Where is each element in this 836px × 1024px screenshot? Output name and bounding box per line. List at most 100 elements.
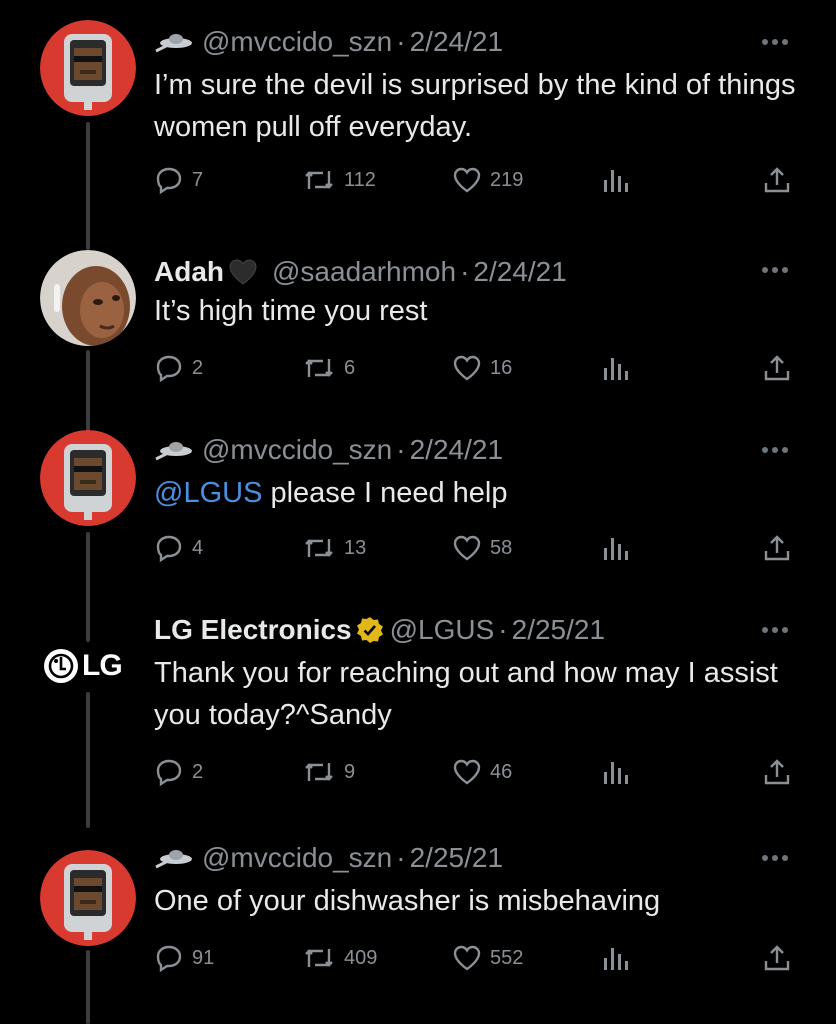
tweet-date[interactable]: 2/25/21 [512, 614, 605, 646]
ufo-icon [155, 850, 192, 869]
tweet-handle[interactable]: @mvccido_szn [202, 434, 392, 466]
like-button[interactable]: 46 [452, 752, 512, 792]
share-icon [764, 355, 790, 381]
reply-icon [156, 945, 182, 973]
share-icon [764, 945, 790, 971]
reply-button[interactable]: 91 [154, 938, 214, 978]
retweet-count: 112 [344, 168, 376, 191]
retweet-button[interactable]: 6 [302, 348, 355, 388]
thread-connector [86, 950, 90, 1024]
tweet-header: @mvccido_szn · 2/24/21 [154, 430, 776, 470]
reply-count: 2 [192, 356, 204, 379]
share-button[interactable] [762, 938, 792, 978]
black-heart-icon [229, 259, 257, 285]
retweet-button[interactable]: 13 [302, 528, 366, 568]
views-icon [604, 358, 628, 380]
reply-icon [156, 167, 182, 195]
more-icon[interactable] [762, 264, 796, 276]
tweet-header: @mvccido_szn · 2/24/21 [154, 22, 776, 62]
ufo-icon [155, 442, 192, 461]
display-name[interactable]: Adah [154, 256, 224, 288]
reply-button[interactable]: 7 [154, 160, 203, 200]
tweet-date[interactable]: 2/24/21 [410, 26, 503, 58]
separator: · [498, 614, 508, 645]
separator: · [460, 256, 470, 287]
avatar[interactable] [40, 430, 136, 526]
reply-count: 4 [192, 536, 204, 559]
views-icon [604, 762, 628, 784]
tweet-actions: 7 112 219 [154, 160, 794, 200]
share-button[interactable] [762, 160, 792, 200]
reply-count: 7 [192, 168, 204, 191]
avatar[interactable] [40, 850, 136, 946]
views-button[interactable] [602, 528, 628, 568]
share-button[interactable] [762, 752, 792, 792]
share-button[interactable] [762, 528, 792, 568]
retweet-button[interactable]: 112 [302, 160, 376, 200]
tweet-actions: 91 409 552 [154, 938, 794, 978]
tweet-text: Thank you for reaching out and how may I… [154, 657, 778, 731]
like-count: 219 [490, 168, 524, 191]
more-icon[interactable] [762, 36, 796, 48]
like-button[interactable]: 16 [452, 348, 512, 388]
avatar[interactable] [40, 250, 136, 346]
retweet-icon [305, 763, 333, 781]
avatar[interactable]: LG [44, 646, 134, 686]
retweet-icon [305, 539, 333, 557]
reply-button[interactable]: 2 [154, 752, 203, 792]
tweet-header: @mvccido_szn · 2/25/21 [154, 838, 776, 878]
retweet-count: 13 [344, 536, 367, 559]
display-name[interactable]: LG Electronics [154, 614, 352, 646]
more-icon[interactable] [762, 852, 796, 864]
views-button[interactable] [602, 938, 628, 978]
retweet-button[interactable]: 9 [302, 752, 355, 792]
tweet-text: One of your dishwasher is misbehaving [154, 885, 661, 917]
retweet-icon [305, 171, 333, 189]
retweet-icon [305, 359, 333, 377]
like-icon [453, 167, 481, 193]
tweet-handle[interactable]: @saadarhmoh [272, 256, 456, 288]
lg-logo-text: LG [82, 649, 123, 682]
tweet-text: @LGUS please I need help [154, 472, 796, 514]
thread-connector [86, 692, 90, 828]
tweet-actions: 4 13 58 [154, 528, 794, 568]
views-button[interactable] [602, 752, 628, 792]
like-count: 46 [490, 760, 513, 783]
more-icon[interactable] [762, 444, 796, 456]
tweet-date[interactable]: 2/24/21 [410, 434, 503, 466]
share-icon [764, 535, 790, 561]
like-button[interactable]: 219 [452, 160, 523, 200]
views-button[interactable] [602, 348, 628, 388]
like-icon [453, 355, 481, 381]
more-icon[interactable] [762, 624, 796, 636]
avatar[interactable] [40, 20, 136, 116]
reply-icon [156, 535, 182, 563]
tweet-text-rest: please I need help [262, 477, 508, 509]
tweet-handle[interactable]: @mvccido_szn [202, 842, 392, 874]
tweet-date[interactable]: 2/25/21 [410, 842, 503, 874]
tweet-actions: 2 9 46 [154, 752, 794, 792]
mention-link[interactable]: @LGUS [154, 477, 262, 509]
views-button[interactable] [602, 160, 628, 200]
ufo-icon [155, 34, 192, 53]
reply-button[interactable]: 4 [154, 528, 203, 568]
lg-logo-icon [44, 649, 78, 683]
tweet-handle[interactable]: @mvccido_szn [202, 26, 392, 58]
separator: · [396, 842, 406, 873]
separator: · [396, 26, 406, 57]
reply-thread: @mvccido_szn · 2/24/21 I’m sure the devi… [0, 0, 836, 1024]
reply-button[interactable]: 2 [154, 348, 203, 388]
like-icon [453, 945, 481, 971]
tweet-date[interactable]: 2/24/21 [473, 256, 566, 288]
retweet-button[interactable]: 409 [302, 938, 377, 978]
like-icon [453, 535, 481, 561]
tweet-text: It’s high time you rest [154, 295, 428, 327]
reply-icon [156, 355, 182, 383]
like-button[interactable]: 58 [452, 528, 512, 568]
like-count: 552 [490, 946, 524, 969]
verified-badge-icon [356, 617, 383, 643]
share-button[interactable] [762, 348, 792, 388]
like-button[interactable]: 552 [452, 938, 523, 978]
tweet-handle[interactable]: @LGUS [390, 614, 495, 646]
reply-count: 91 [192, 946, 215, 969]
